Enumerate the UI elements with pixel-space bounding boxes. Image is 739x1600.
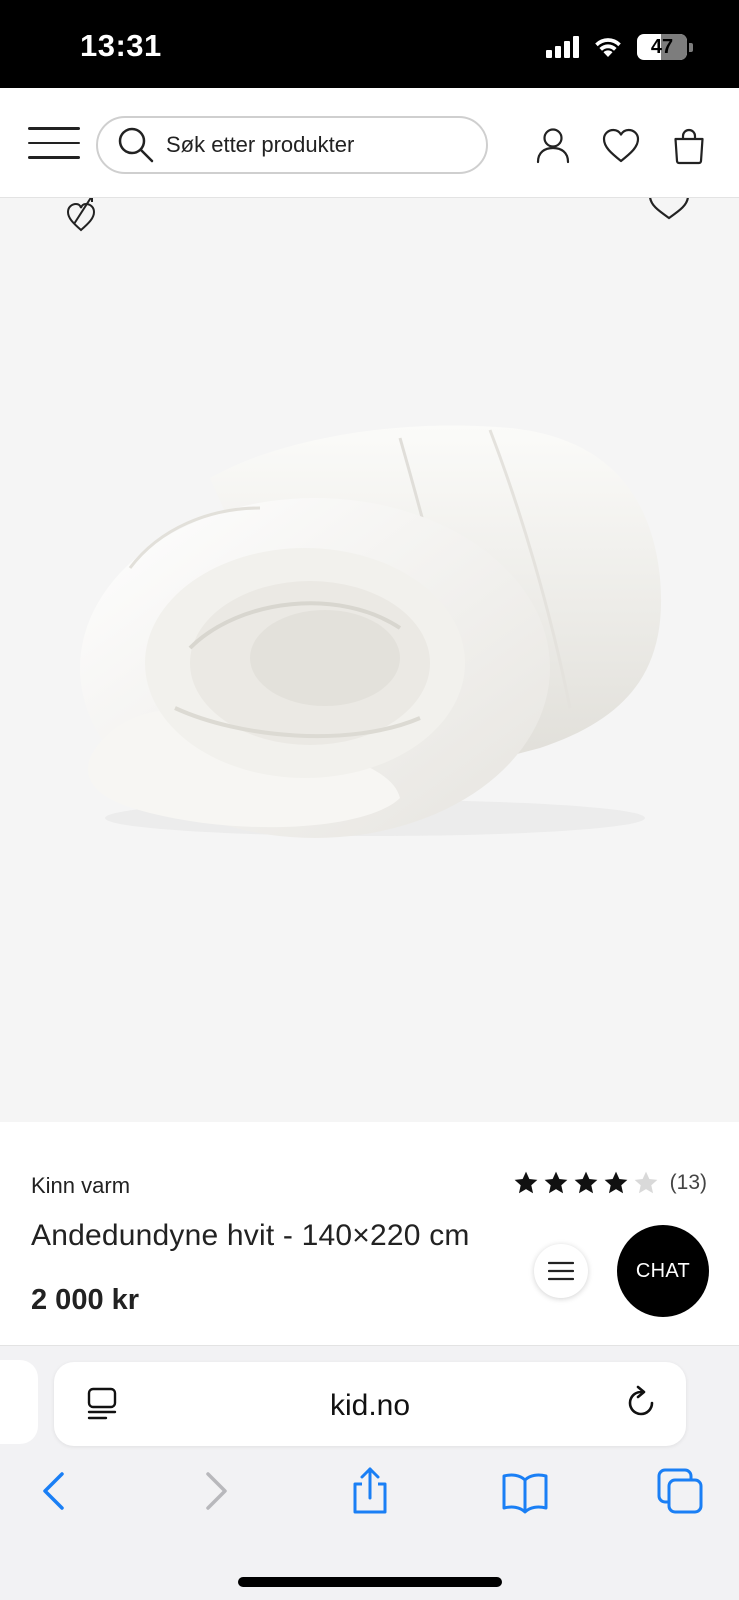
menu-fab-button[interactable] xyxy=(534,1244,588,1298)
rating-stars xyxy=(513,1170,659,1196)
list-menu-icon xyxy=(548,1261,574,1281)
header-actions xyxy=(533,126,709,166)
share-icon[interactable] xyxy=(345,1466,395,1516)
status-icons: 47 xyxy=(546,34,693,60)
star-empty-icon xyxy=(634,1171,658,1194)
forward-icon[interactable] xyxy=(190,1466,240,1516)
account-icon[interactable] xyxy=(533,126,573,166)
back-icon[interactable] xyxy=(30,1466,80,1516)
product-info: Kinn varm (13) Andedundyne hvit - 140×22… xyxy=(0,1122,739,1346)
star-filled-icon xyxy=(514,1171,538,1194)
star-filled-icon xyxy=(544,1171,568,1194)
product-title: Andedundyne hvit - 140×220 cm xyxy=(31,1219,470,1252)
rating-count: (13) xyxy=(669,1171,707,1194)
product-brand[interactable]: Kinn varm xyxy=(31,1173,130,1199)
home-indicator[interactable] xyxy=(238,1577,502,1587)
star-filled-icon xyxy=(604,1171,628,1194)
tabs-icon[interactable] xyxy=(655,1466,705,1516)
chat-button[interactable]: CHAT xyxy=(617,1225,709,1317)
address-bar[interactable]: kid.no xyxy=(54,1362,686,1446)
site-header xyxy=(0,88,739,198)
bag-icon[interactable] xyxy=(669,126,709,166)
status-time: 13:31 xyxy=(80,28,162,63)
menu-icon[interactable] xyxy=(28,127,80,161)
product-image-area[interactable] xyxy=(0,198,739,1122)
url-text: kid.no xyxy=(329,1389,411,1422)
previous-tab-peek[interactable] xyxy=(0,1360,38,1444)
page: 13:31 47 Søk etter produkter Kinn varm (… xyxy=(0,0,739,1600)
search-input[interactable] xyxy=(166,118,486,172)
battery-level-text: 47 xyxy=(650,35,674,58)
battery-indicator: 47 xyxy=(637,34,687,60)
bookmarks-icon[interactable] xyxy=(500,1466,550,1516)
wifi-icon xyxy=(595,38,621,57)
browser-chrome: kid.no xyxy=(0,1346,739,1600)
status-bar: 13:31 47 xyxy=(0,0,739,88)
browser-toolbar xyxy=(0,1466,739,1536)
heart-icon[interactable] xyxy=(601,126,641,166)
product-image xyxy=(80,425,662,838)
search-bar[interactable] xyxy=(96,116,488,174)
compare-icon[interactable] xyxy=(64,198,98,236)
cellular-signal-icon xyxy=(546,36,579,58)
wishlist-heart-icon[interactable] xyxy=(647,198,691,220)
search-icon xyxy=(118,127,154,163)
reload-icon[interactable] xyxy=(622,1384,660,1422)
product-price: 2 000 kr xyxy=(31,1284,140,1316)
star-filled-icon xyxy=(574,1171,598,1194)
product-rating[interactable]: (13) xyxy=(513,1170,707,1196)
